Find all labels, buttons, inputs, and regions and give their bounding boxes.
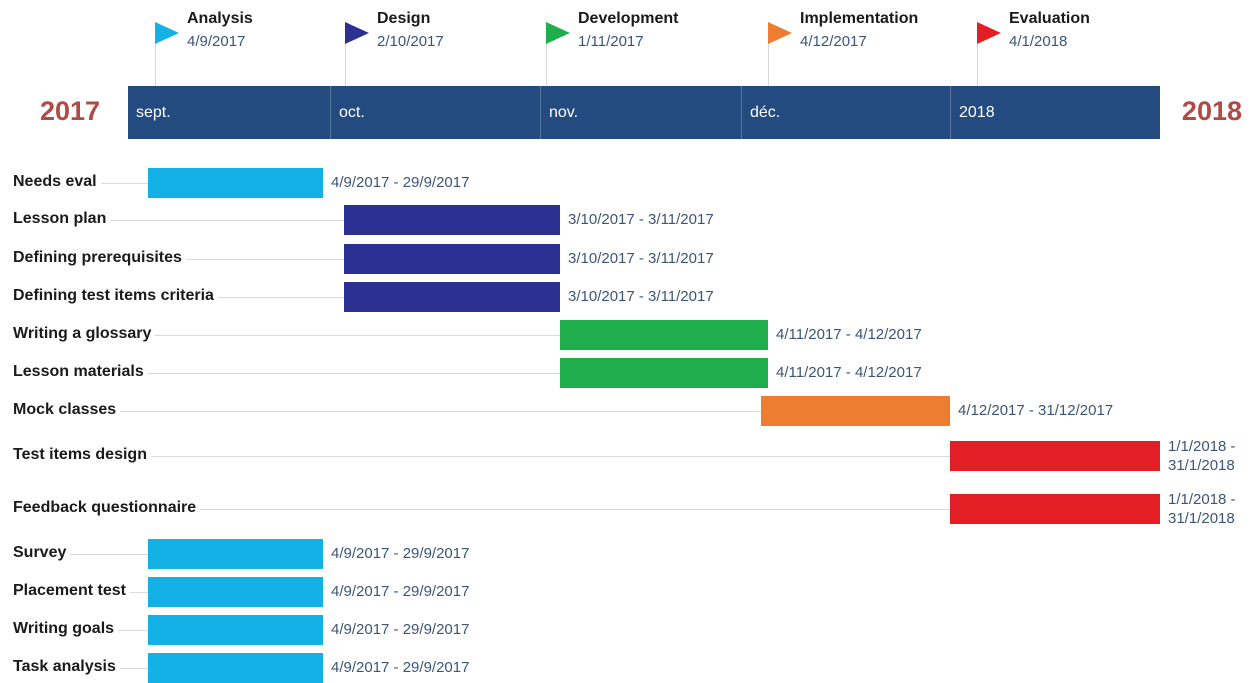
task-bar [344,282,560,312]
year-label-left: 2017 [40,96,101,126]
task-name: Writing a glossary [13,325,156,343]
gantt-chart: 2017 2018 sept. oct. nov. déc. 2018 Analysis… [0,0,1252,683]
milestone-name: Development [578,10,679,27]
task-bar [344,244,560,274]
task-bar [560,320,768,350]
milestone-date: 2/10/2017 [377,33,444,50]
task-date-range: 31/1/2018 [1168,457,1235,474]
month-label: 2018 [950,86,1160,139]
task-date-range: 4/11/2017 - 4/12/2017 [776,326,922,343]
task-name: Mock classes [13,401,121,419]
month-label: déc. [741,86,950,139]
month-label: sept. [136,104,171,121]
milestone-date: 1/11/2017 [578,33,644,50]
task-name: Test items design [13,446,151,464]
task-date-range: 3/10/2017 - 3/11/2017 [568,288,714,305]
task-bar [950,494,1160,524]
milestone-flag-icon [546,22,570,44]
milestone-name: Implementation [800,10,919,27]
task-bar [148,653,323,683]
task-name: Writing goals [13,620,119,638]
task-date-range: 4/11/2017 - 4/12/2017 [776,364,922,381]
task-bar [148,577,323,607]
task-name: Lesson plan [13,210,111,228]
task-date-range: 3/10/2017 - 3/11/2017 [568,211,714,228]
task-date-range: 3/10/2017 - 3/11/2017 [568,250,714,267]
milestone-name: Design [377,10,431,27]
milestone-flag-icon [155,22,179,44]
task-date-range: 4/9/2017 - 29/9/2017 [331,621,470,638]
task-date-range: 4/9/2017 - 29/9/2017 [331,583,470,600]
year-label-right: 2018 [1181,96,1242,126]
task-date-range: 4/12/2017 - 31/12/2017 [958,402,1114,419]
task-bar [148,615,323,645]
milestone-date: 4/12/2017 [800,33,867,50]
milestone-flag-icon [977,22,1001,44]
milestone-flag-icon [768,22,792,44]
task-bar [344,205,560,235]
task-name: Feedback questionnaire [13,499,201,517]
milestone-name: Analysis [187,10,253,27]
task-name: Needs eval [13,173,101,191]
task-bar [148,539,323,569]
task-date-range: 31/1/2018 [1168,510,1235,527]
task-name: Task analysis [13,658,120,676]
task-name: Lesson materials [13,363,148,381]
timeline-band: sept. oct. nov. déc. 2018 [128,86,1160,139]
task-bar [950,441,1160,471]
task-date-range: 4/9/2017 - 29/9/2017 [331,659,470,676]
milestone-date: 4/1/2018 [1009,33,1068,50]
milestone-date: 4/9/2017 [187,33,246,50]
task-guide-line [13,411,761,412]
task-name: Placement test [13,582,130,600]
task-name: Survey [13,544,71,562]
task-date-range: 4/9/2017 - 29/9/2017 [331,174,470,191]
task-date-range: 1/1/2018 - [1168,491,1236,508]
month-label: nov. [540,86,741,139]
task-name: Defining test items criteria [13,287,218,305]
task-bar [761,396,950,426]
month-label: oct. [330,86,540,139]
task-bar [560,358,768,388]
milestone-flag-icon [345,22,369,44]
task-date-range: 4/9/2017 - 29/9/2017 [331,545,470,562]
milestone-name: Evaluation [1009,10,1090,27]
task-guide-line [13,456,950,457]
task-date-range: 1/1/2018 - [1168,438,1236,455]
task-bar [148,168,323,198]
task-name: Defining prerequisites [13,249,186,267]
